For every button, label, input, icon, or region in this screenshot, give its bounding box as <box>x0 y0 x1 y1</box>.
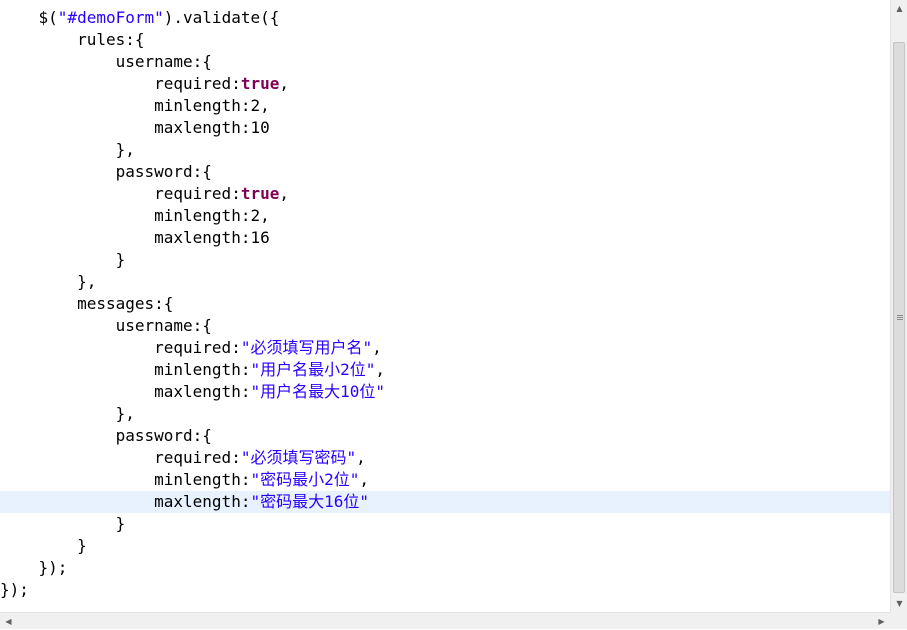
code-string: "密码最大16位" <box>250 492 369 511</box>
code-text: , <box>356 448 366 467</box>
code-text: maxlength: <box>0 382 251 401</box>
horizontal-scrollbar[interactable]: ◀ ▶ <box>0 612 890 629</box>
code-text: , <box>279 74 289 93</box>
code-text: required: <box>0 74 241 93</box>
code-line[interactable]: } <box>0 535 890 557</box>
code-line[interactable]: maxlength:"用户名最大10位" <box>0 381 890 403</box>
scroll-left-icon[interactable]: ◀ <box>0 613 17 630</box>
code-text: username:{ <box>0 52 212 71</box>
code-line[interactable]: required:true, <box>0 73 890 95</box>
code-line[interactable]: required:"必须填写密码", <box>0 447 890 469</box>
code-text: } <box>0 250 126 269</box>
code-line[interactable]: }, <box>0 139 890 161</box>
code-text: required: <box>0 184 241 203</box>
code-text: minlength:2, <box>0 96 270 115</box>
code-text: , <box>279 184 289 203</box>
code-text: maxlength: <box>0 492 251 511</box>
code-text: }, <box>0 140 135 159</box>
code-line[interactable]: required:"必须填写用户名", <box>0 337 890 359</box>
code-text: , <box>359 470 369 489</box>
scroll-up-icon[interactable]: ▲ <box>891 0 907 17</box>
scrollbar-corner <box>890 612 907 629</box>
code-line[interactable]: maxlength:10 <box>0 117 890 139</box>
code-text: }, <box>0 272 97 291</box>
code-line[interactable]: required:true, <box>0 183 890 205</box>
vertical-scrollbar[interactable]: ▲ ▼ <box>890 0 907 612</box>
code-line[interactable]: username:{ <box>0 51 890 73</box>
code-text: } <box>0 536 87 555</box>
code-line[interactable]: minlength:2, <box>0 95 890 117</box>
code-text: , <box>372 338 382 357</box>
code-line[interactable]: rules:{ <box>0 29 890 51</box>
code-string: "密码最小2位" <box>250 470 360 489</box>
code-string: "#demoForm" <box>57 8 164 27</box>
code-line[interactable]: password:{ <box>0 425 890 447</box>
code-line[interactable]: password:{ <box>0 161 890 183</box>
code-text: , <box>375 360 385 379</box>
vertical-scroll-thumb[interactable] <box>893 42 905 593</box>
code-text: ).validate({ <box>163 8 280 27</box>
code-text: maxlength:10 <box>0 118 270 137</box>
code-text: minlength: <box>0 360 251 379</box>
code-keyword: true <box>240 184 280 203</box>
code-text: }); <box>0 580 29 599</box>
code-text: messages:{ <box>0 294 174 313</box>
scroll-down-icon[interactable]: ▼ <box>891 595 907 612</box>
code-text: minlength: <box>0 470 251 489</box>
code-line[interactable]: username:{ <box>0 315 890 337</box>
code-line[interactable]: maxlength:16 <box>0 227 890 249</box>
code-string: "用户名最小2位" <box>250 360 376 379</box>
code-text: password:{ <box>0 426 212 445</box>
code-text: }, <box>0 404 135 423</box>
code-string: "用户名最大10位" <box>250 382 385 401</box>
code-text: $( <box>0 8 58 27</box>
code-line[interactable]: }, <box>0 403 890 425</box>
code-keyword: true <box>240 74 280 93</box>
code-text: required: <box>0 338 241 357</box>
code-line[interactable]: } <box>0 513 890 535</box>
code-text: password:{ <box>0 162 212 181</box>
code-editor[interactable]: $("#demoForm").validate({ rules:{ userna… <box>0 0 890 612</box>
code-text: }); <box>0 558 68 577</box>
scroll-right-icon[interactable]: ▶ <box>873 613 890 630</box>
code-line[interactable]: } <box>0 249 890 271</box>
code-text: } <box>0 514 126 533</box>
grip-icon <box>897 315 903 321</box>
code-line[interactable]: }, <box>0 271 890 293</box>
code-line[interactable]: minlength:"密码最小2位", <box>0 469 890 491</box>
code-line[interactable]: minlength:2, <box>0 205 890 227</box>
code-string: "必须填写密码" <box>240 448 357 467</box>
code-line[interactable]: maxlength:"密码最大16位" <box>0 491 890 513</box>
code-line[interactable]: }); <box>0 579 890 601</box>
code-line[interactable]: }); <box>0 557 890 579</box>
code-line[interactable]: messages:{ <box>0 293 890 315</box>
code-text: minlength:2, <box>0 206 270 225</box>
code-line[interactable]: minlength:"用户名最小2位", <box>0 359 890 381</box>
code-text: required: <box>0 448 241 467</box>
code-text: maxlength:16 <box>0 228 270 247</box>
code-text: username:{ <box>0 316 212 335</box>
code-text: rules:{ <box>0 30 145 49</box>
code-line[interactable]: $("#demoForm").validate({ <box>0 7 890 29</box>
code-string: "必须填写用户名" <box>240 338 373 357</box>
